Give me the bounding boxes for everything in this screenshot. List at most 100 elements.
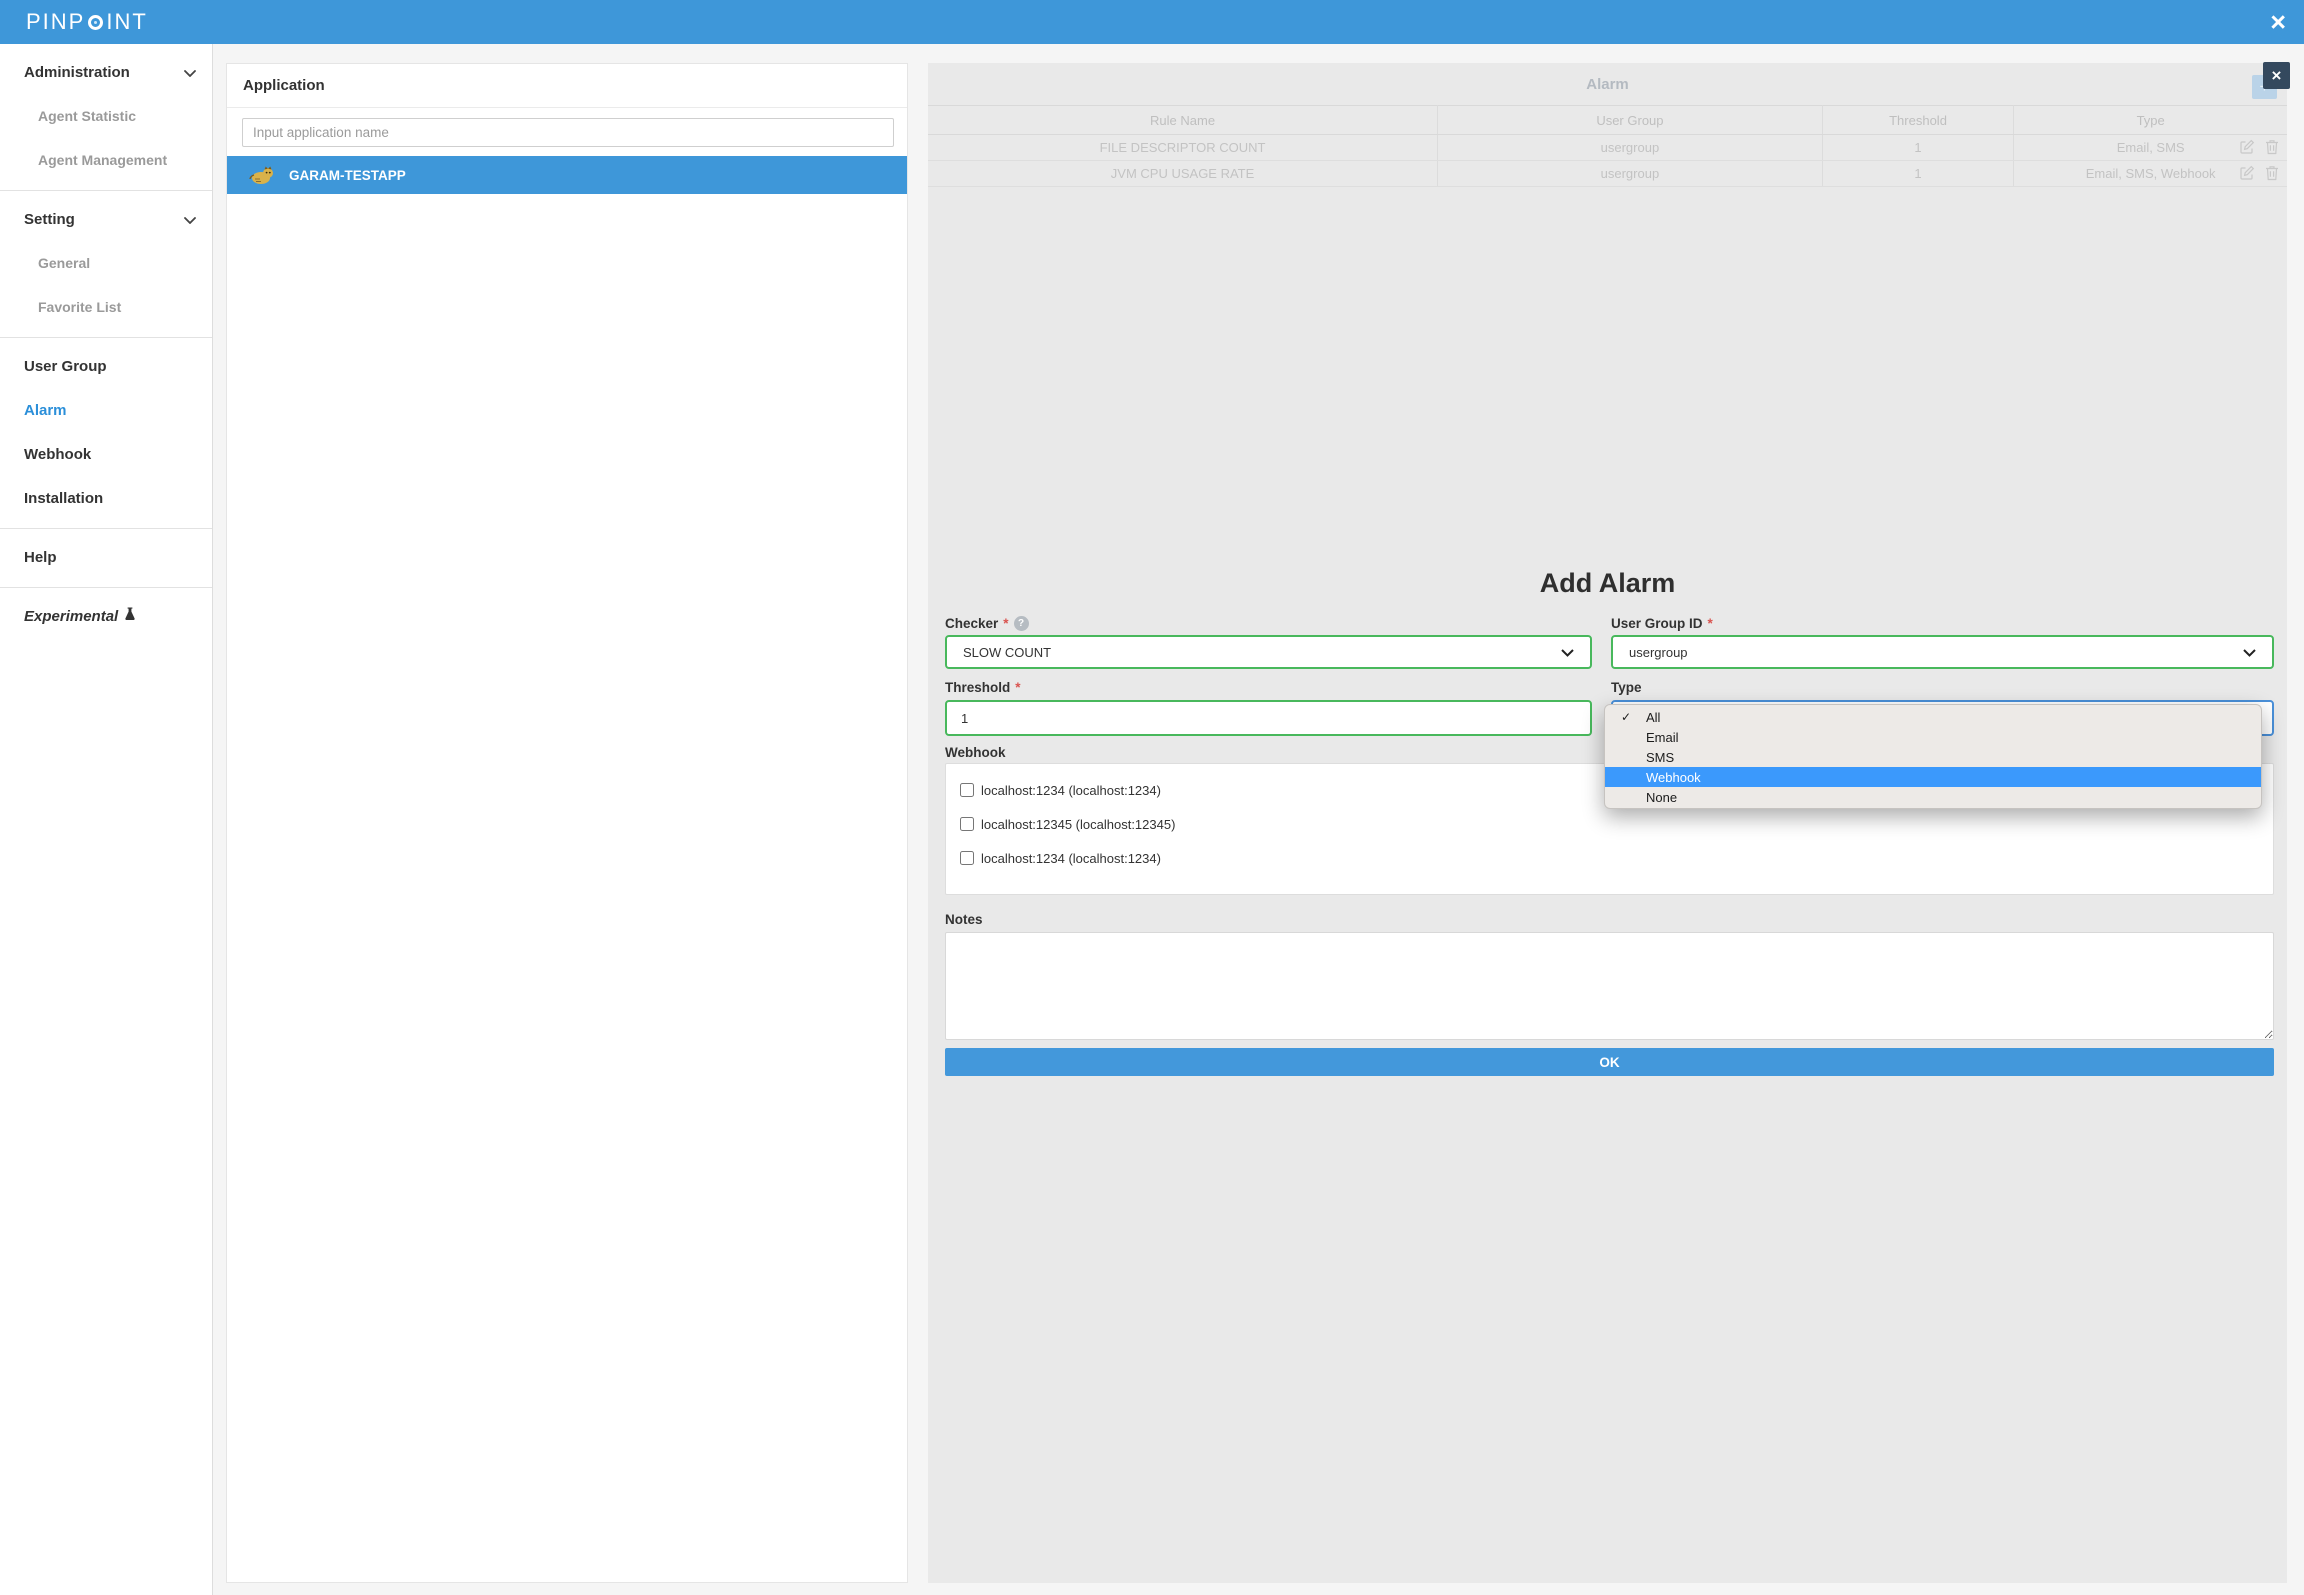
dropdown-option-email[interactable]: Email [1605, 727, 2261, 747]
option-label: Email [1646, 730, 1679, 745]
checker-select[interactable]: SLOW COUNT [945, 635, 1592, 669]
webhook-checkbox[interactable] [960, 851, 974, 865]
sidebar-item-general[interactable]: General [0, 241, 212, 285]
application-search-input[interactable] [242, 118, 894, 147]
logo-text-right: INT [106, 9, 147, 35]
dropdown-option-all[interactable]: ✓ All [1605, 707, 2261, 727]
logo-circle-icon [88, 15, 103, 30]
application-panel-title: Application [227, 64, 907, 108]
alarm-table-header-row: Rule Name User Group Threshold Type [928, 106, 2287, 135]
user-group-select[interactable]: usergroup [1611, 635, 2274, 669]
user-group-id-label-text: User Group ID [1611, 616, 1703, 631]
cell-type: Email, SMS [2014, 135, 2287, 161]
webhook-checkbox[interactable] [960, 783, 974, 797]
sidebar-item-agent-statistic[interactable]: Agent Statistic [0, 94, 212, 138]
checker-value: SLOW COUNT [963, 645, 1051, 660]
cell-user-group: usergroup [1438, 161, 1823, 187]
tomcat-icon [249, 165, 275, 185]
cell-threshold: 1 [1822, 161, 2014, 187]
option-label: Webhook [1646, 770, 1701, 785]
cell-rule-name: FILE DESCRIPTOR COUNT [928, 135, 1438, 161]
cell-rule-name: JVM CPU USAGE RATE [928, 161, 1438, 187]
required-asterisk: * [1015, 680, 1020, 695]
column-rule-name: Rule Name [928, 106, 1438, 135]
dropdown-option-sms[interactable]: SMS [1605, 747, 2261, 767]
help-icon[interactable]: ? [1014, 616, 1029, 631]
chevron-down-icon [1561, 645, 1574, 660]
pinpoint-logo: PINP INT [26, 9, 148, 35]
required-asterisk: * [1003, 616, 1008, 631]
table-row: FILE DESCRIPTOR COUNT usergroup 1 Email,… [928, 135, 2287, 161]
sidebar-item-setting[interactable]: Setting [0, 197, 212, 241]
threshold-input[interactable] [945, 700, 1592, 736]
panel-close-icon[interactable]: × [2263, 62, 2290, 89]
setting-label: Setting [24, 211, 75, 228]
flask-icon [124, 607, 136, 625]
threshold-label-text: Threshold [945, 680, 1010, 695]
sidebar-item-agent-management[interactable]: Agent Management [0, 138, 212, 182]
checker-label: Checker * ? [945, 614, 1029, 632]
type-label-text: Type [1611, 680, 1642, 695]
column-threshold: Threshold [1822, 106, 2014, 135]
sidebar-section-help: Help [0, 529, 212, 588]
column-user-group: User Group [1438, 106, 1823, 135]
option-label: None [1646, 790, 1677, 805]
sidebar-section-administration: Administration Agent Statistic Agent Man… [0, 44, 212, 191]
application-list-item-selected[interactable]: GARAM-TESTAPP [227, 156, 907, 194]
delete-icon [2265, 139, 2279, 158]
cell-user-group: usergroup [1438, 135, 1823, 161]
webhook-option-row[interactable]: localhost:1234 (localhost:1234) [960, 848, 2259, 868]
alarm-table: Rule Name User Group Threshold Type FILE… [928, 105, 2287, 187]
delete-icon [2265, 165, 2279, 184]
sidebar-item-user-group[interactable]: User Group [0, 344, 212, 388]
sidebar-item-favorite-list[interactable]: Favorite List [0, 285, 212, 329]
sidebar-item-alarm[interactable]: Alarm [0, 388, 212, 432]
user-group-id-label: User Group ID * [1611, 614, 1713, 632]
webhook-checkbox[interactable] [960, 817, 974, 831]
logo-text-left: PINP [26, 9, 85, 35]
experimental-label: Experimental [24, 608, 118, 625]
threshold-label: Threshold * [945, 678, 1021, 696]
checker-label-text: Checker [945, 616, 998, 631]
sidebar-item-experimental[interactable]: Experimental [0, 594, 212, 638]
table-row: JVM CPU USAGE RATE usergroup 1 Email, SM… [928, 161, 2287, 187]
sidebar: Administration Agent Statistic Agent Man… [0, 44, 213, 1595]
webhook-label: Webhook [945, 743, 1006, 761]
webhook-option-label: localhost:1234 (localhost:1234) [981, 851, 1161, 866]
close-icon[interactable]: × [2270, 4, 2286, 40]
application-panel: Application GARAM-TESTAPP [226, 63, 908, 1583]
cell-threshold: 1 [1822, 135, 2014, 161]
cell-type: Email, SMS, Webhook [2014, 161, 2287, 187]
webhook-option-label: localhost:12345 (localhost:12345) [981, 817, 1175, 832]
edit-icon [2239, 165, 2255, 184]
sidebar-item-installation[interactable]: Installation [0, 476, 212, 520]
webhook-option-label: localhost:1234 (localhost:1234) [981, 783, 1161, 798]
chevron-down-icon [184, 211, 196, 228]
sidebar-section-experimental: Experimental [0, 588, 212, 646]
ok-button[interactable]: OK [945, 1048, 2274, 1076]
webhook-label-text: Webhook [945, 745, 1006, 760]
app-header: PINP INT × [0, 0, 2304, 44]
option-label: SMS [1646, 750, 1674, 765]
dropdown-option-none[interactable]: None [1605, 787, 2261, 807]
type-value: Email, SMS [2117, 140, 2185, 155]
webhook-option-row[interactable]: localhost:12345 (localhost:12345) [960, 814, 2259, 834]
notes-textarea[interactable] [945, 932, 2274, 1040]
sidebar-section-setting: Setting General Favorite List [0, 191, 212, 338]
alarm-panel: + × Alarm Rule Name User Group Threshold… [928, 63, 2287, 1583]
dropdown-option-webhook[interactable]: Webhook [1605, 767, 2261, 787]
chevron-down-icon [2243, 645, 2256, 660]
administration-label: Administration [24, 64, 130, 81]
application-name: GARAM-TESTAPP [289, 168, 406, 183]
option-label: All [1646, 710, 1660, 725]
application-search [242, 118, 892, 147]
type-value: Email, SMS, Webhook [2086, 166, 2216, 181]
sidebar-item-help[interactable]: Help [0, 535, 212, 579]
notes-label-text: Notes [945, 912, 983, 927]
user-group-value: usergroup [1629, 645, 1688, 660]
sidebar-section-main: User Group Alarm Webhook Installation [0, 338, 212, 529]
chevron-down-icon [184, 64, 196, 81]
sidebar-item-webhook[interactable]: Webhook [0, 432, 212, 476]
sidebar-item-administration[interactable]: Administration [0, 50, 212, 94]
type-dropdown-list: ✓ All Email SMS Webhook None [1604, 704, 2262, 809]
